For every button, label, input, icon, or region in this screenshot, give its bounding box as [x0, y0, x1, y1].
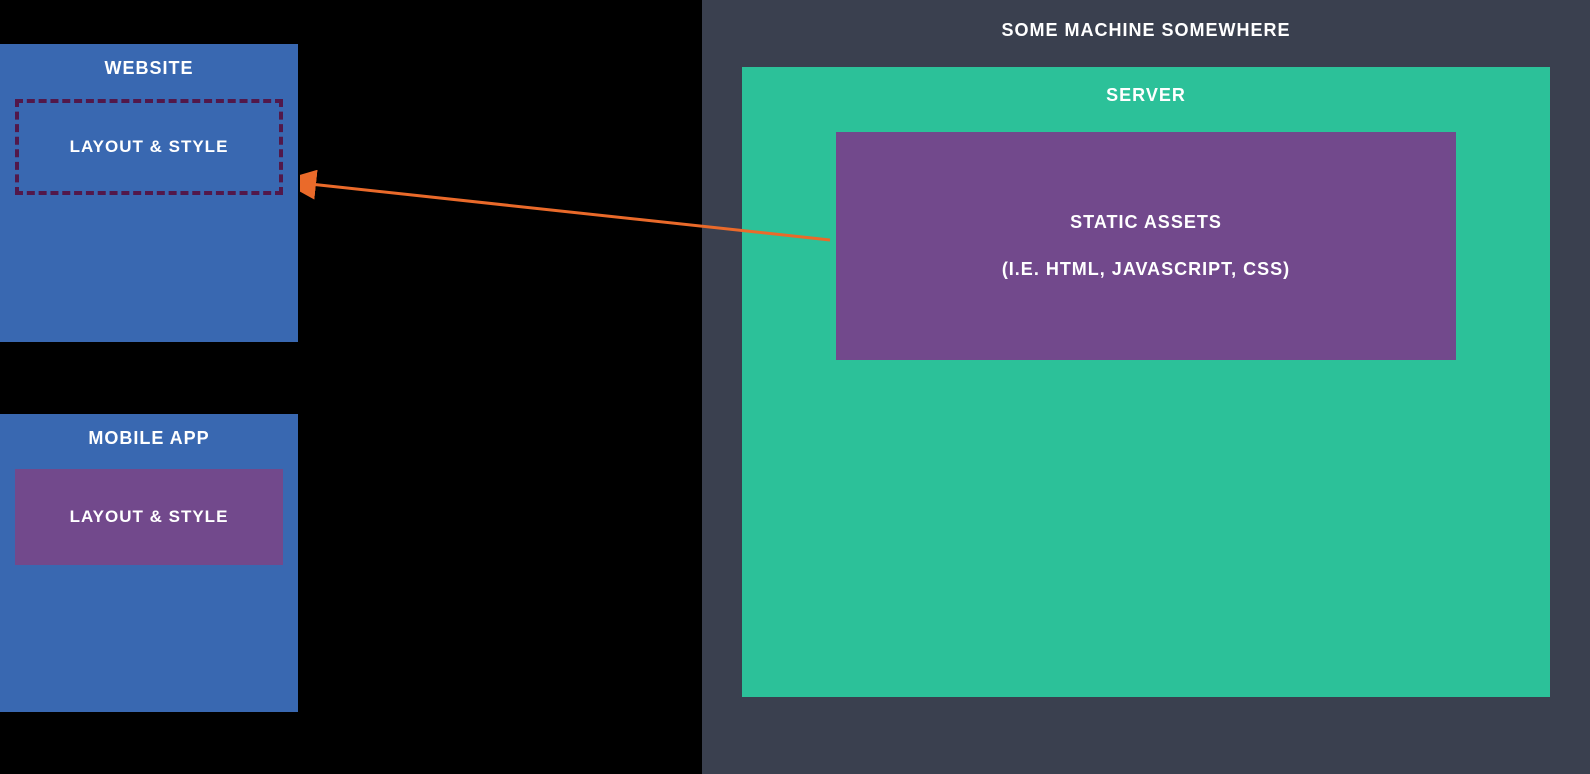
website-title: WEBSITE: [15, 58, 283, 79]
mobile-app-box: MOBILE APP LAYOUT & STYLE: [0, 414, 298, 712]
machine-title: SOME MACHINE SOMEWHERE: [742, 20, 1550, 41]
static-assets-title: STATIC ASSETS: [1070, 212, 1222, 233]
static-assets-subtitle: (I.E. HTML, JAVASCRIPT, CSS): [1002, 259, 1290, 280]
layout-style-solid-box: LAYOUT & STYLE: [15, 469, 283, 565]
machine-box: SOME MACHINE SOMEWHERE SERVER STATIC ASS…: [702, 0, 1590, 774]
static-assets-box: STATIC ASSETS (I.E. HTML, JAVASCRIPT, CS…: [836, 132, 1456, 360]
mobile-app-title: MOBILE APP: [15, 428, 283, 449]
server-title: SERVER: [788, 85, 1504, 106]
server-box: SERVER STATIC ASSETS (I.E. HTML, JAVASCR…: [742, 67, 1550, 697]
layout-style-dashed-box: LAYOUT & STYLE: [15, 99, 283, 195]
layout-style-label: LAYOUT & STYLE: [70, 137, 229, 156]
website-box: WEBSITE LAYOUT & STYLE: [0, 44, 298, 342]
layout-style-label: LAYOUT & STYLE: [70, 507, 229, 526]
